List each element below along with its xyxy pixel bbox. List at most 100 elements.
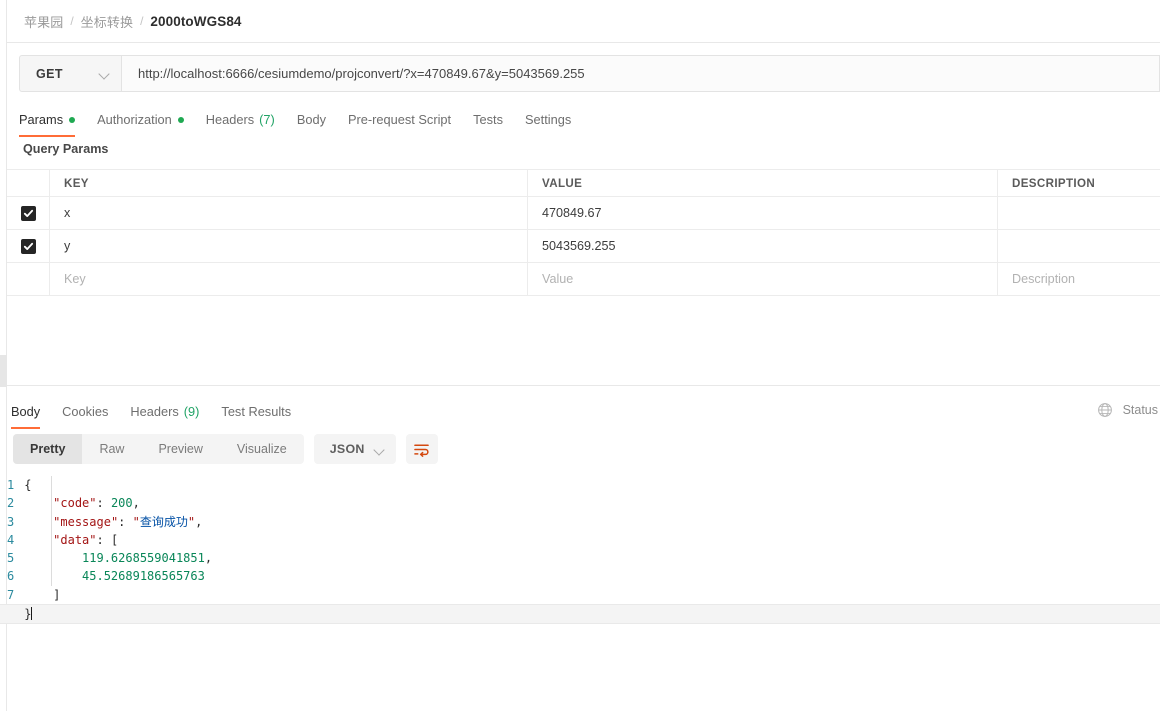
tab-authorization[interactable]: Authorization [97, 104, 184, 135]
code-line: { [24, 476, 1160, 494]
code-token: ] [24, 587, 61, 602]
code-token: " [132, 514, 140, 529]
breadcrumb-separator-0: / [70, 14, 74, 28]
line-number: 5 [7, 551, 15, 566]
row-value-cell[interactable]: 5043569.255 [528, 230, 998, 262]
code-token: : [118, 514, 133, 529]
tab-body[interactable]: Body [297, 104, 326, 135]
code-token: 200 [110, 496, 133, 511]
code-line: } [0, 604, 1160, 625]
row-value-cell[interactable]: 470849.67 [528, 197, 998, 229]
response-format-label: JSON [329, 442, 365, 456]
breadcrumb-separator-1: / [140, 14, 144, 28]
row-enabled-checkbox[interactable] [20, 238, 36, 254]
check-icon [23, 242, 33, 250]
api-client-window: 苹果园 / 坐标转换 / 2000toWGS84 GET http://loca… [0, 0, 1160, 711]
table-row: x 470849.67 [7, 197, 1160, 230]
row-enabled-checkbox[interactable] [20, 205, 36, 221]
tab-pre-request-script[interactable]: Pre-request Script [348, 104, 451, 135]
column-header-key: KEY [64, 176, 89, 190]
tab-label: Tests [473, 112, 503, 127]
table-row: y 5043569.255 [7, 230, 1160, 263]
sidebar-resize-handle[interactable] [0, 355, 7, 387]
response-tab-cookies[interactable]: Cookies [62, 396, 108, 427]
breadcrumb: 苹果园 / 坐标转换 / 2000toWGS84 [7, 0, 1160, 43]
line-number: 2 [7, 496, 15, 511]
status-badge: Status [1122, 403, 1158, 417]
code-token: } [24, 607, 32, 622]
response-tab-label: Cookies [62, 404, 109, 419]
chevron-down-icon [100, 69, 109, 78]
pane-splitter[interactable] [7, 385, 1160, 386]
tab-headers[interactable]: Headers (7) [206, 104, 275, 135]
response-format-select[interactable]: JSON [313, 434, 396, 464]
globe-icon[interactable] [1097, 402, 1113, 418]
line-number: 4 [7, 532, 15, 547]
line-number: 3 [7, 514, 15, 529]
row-checkbox-cell [7, 197, 50, 229]
row-description-cell[interactable] [998, 197, 1160, 229]
http-method-select[interactable]: GET [19, 55, 122, 92]
text-caret [31, 607, 33, 621]
tab-tests[interactable]: Tests [473, 104, 503, 135]
breadcrumb-item-0[interactable]: 苹果园 [24, 12, 63, 31]
new-row-key-placeholder: Key [64, 272, 86, 286]
code-token: "code" [53, 496, 97, 511]
line-number: 6 [7, 569, 15, 584]
code-line: 45.52689186565763 [24, 567, 1160, 585]
word-wrap-button[interactable] [405, 434, 438, 464]
code-token: 119.6268559041851 [82, 551, 205, 566]
response-tab-label: Body [11, 404, 41, 419]
response-view-toolbar: Pretty Raw Preview Visualize JSON [13, 434, 438, 464]
code-line: ] [24, 586, 1160, 604]
view-mode-raw[interactable]: Raw [82, 434, 141, 464]
view-mode-preview[interactable]: Preview [141, 434, 219, 464]
view-mode-visualize[interactable]: Visualize [220, 434, 304, 464]
response-tab-count-badge: (9) [183, 404, 200, 419]
code-token: { [24, 478, 32, 492]
tab-count-badge: (7) [259, 112, 275, 127]
row-key-cell[interactable]: x [50, 197, 528, 229]
breadcrumb-item-1[interactable]: 坐标转换 [81, 12, 133, 31]
row-value-value: 5043569.255 [542, 239, 616, 253]
column-header-value: VALUE [542, 176, 583, 190]
response-tab-headers[interactable]: Headers (9) [130, 396, 199, 427]
code-token: 查询成功 [139, 514, 188, 529]
tab-label: Pre-request Script [347, 112, 452, 127]
tab-label: Authorization [97, 112, 172, 127]
http-method-label: GET [36, 66, 63, 81]
response-tab-body[interactable]: Body [11, 396, 41, 429]
query-params-table: KEY VALUE DESCRIPTION x 470849.67 y 5043… [7, 169, 1160, 296]
code-token: : [ [96, 532, 119, 547]
code-line: "data": [ [24, 531, 1160, 549]
response-tab-test-results[interactable]: Test Results [221, 396, 291, 427]
code-token: "message" [53, 514, 119, 529]
code-token: , [195, 514, 203, 529]
tab-params[interactable]: Params [19, 104, 76, 137]
line-number: 1 [7, 478, 15, 492]
code-token: , [204, 551, 213, 566]
tab-modified-dot-icon [69, 116, 76, 123]
row-description-cell[interactable] [998, 230, 1160, 262]
chevron-down-icon [375, 445, 384, 454]
new-row-key-input[interactable]: Key [50, 263, 528, 295]
row-key-cell[interactable]: y [50, 230, 528, 262]
new-row-description-input[interactable]: Description [998, 263, 1160, 295]
response-body-viewer[interactable]: 12345678 { "code": 200, "message": "查询成功… [0, 473, 1160, 625]
response-tab-label: Headers [130, 404, 179, 419]
new-row-description-placeholder: Description [1012, 272, 1075, 286]
new-row-value-input[interactable]: Value [528, 263, 998, 295]
breadcrumb-item-current[interactable]: 2000toWGS84 [150, 14, 241, 29]
url-input[interactable]: http://localhost:6666/cesiumdemo/projcon… [122, 55, 1160, 92]
row-checkbox-cell [7, 230, 50, 262]
view-mode-group: Pretty Raw Preview Visualize [13, 434, 304, 464]
indent-guide [51, 476, 53, 586]
tab-settings[interactable]: Settings [525, 104, 571, 135]
response-body-code[interactable]: { "code": 200, "message": "查询成功", "data"… [0, 473, 1160, 625]
new-row-checkbox-cell [7, 263, 50, 295]
response-tab-label: Test Results [221, 404, 292, 419]
tab-label: Settings [524, 112, 572, 127]
view-mode-pretty[interactable]: Pretty [13, 434, 83, 464]
request-url-bar: GET http://localhost:6666/cesiumdemo/pro… [19, 55, 1160, 92]
